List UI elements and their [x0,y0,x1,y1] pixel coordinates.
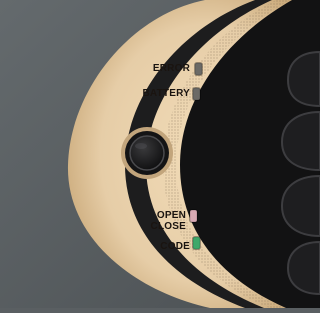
error-label: ERROR [152,63,190,74]
code-led [193,237,200,249]
battery-led [193,88,200,100]
battery-label: BATTERY [142,88,190,99]
safe-keypad-scene: ERROR BATTERY OPEN CLOSE CODE [0,0,320,308]
open-label: OPEN [156,210,186,221]
error-led [195,63,202,75]
code-label: CODE [160,241,190,252]
button-highlight [135,143,147,149]
close-label: CLOSE [150,221,186,232]
safe-keypad-illustration [0,0,320,308]
open-close-led [190,210,197,222]
round-button[interactable] [129,135,165,171]
